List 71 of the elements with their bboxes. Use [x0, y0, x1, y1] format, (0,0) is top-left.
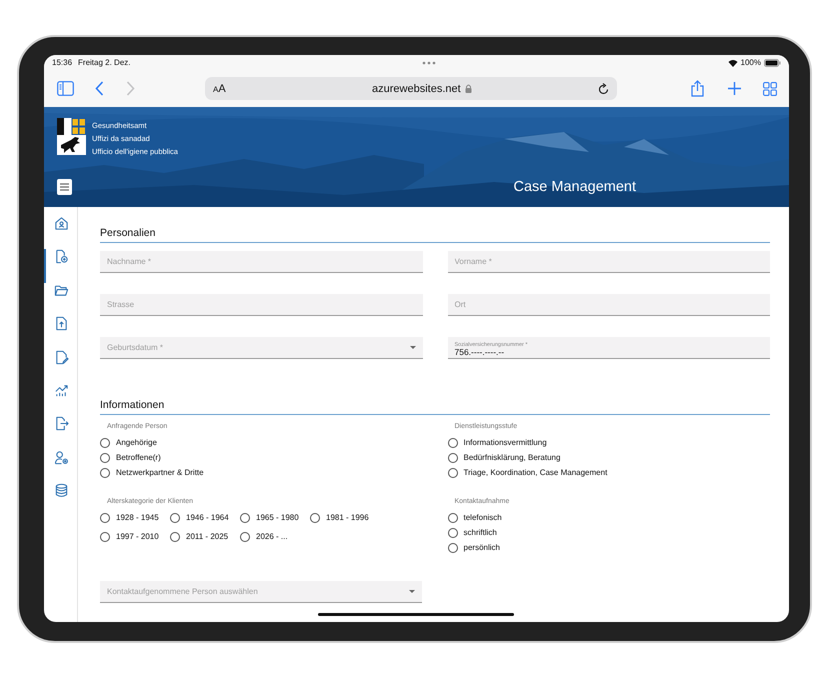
- forward-icon: [126, 81, 135, 96]
- input-field[interactable]: Strasse: [100, 294, 422, 316]
- radio-option[interactable]: 1965 - 1980: [240, 510, 310, 525]
- radio-option[interactable]: Triage, Koordination, Case Management: [448, 465, 770, 480]
- wifi-icon: [728, 58, 738, 66]
- share-icon[interactable]: [691, 80, 704, 97]
- radio-button[interactable]: [310, 512, 320, 522]
- radio-option[interactable]: telefonisch: [448, 510, 770, 525]
- chart-icon[interactable]: [54, 382, 69, 398]
- section-title: Personalien: [100, 227, 770, 243]
- file-add-icon[interactable]: [54, 249, 69, 264]
- section-title: Informationen: [100, 399, 770, 415]
- input-field[interactable]: Vorname *: [448, 251, 770, 273]
- radio-option[interactable]: Betroffene(r): [100, 450, 422, 465]
- input-field[interactable]: Ort: [448, 294, 770, 316]
- back-icon: [95, 81, 104, 96]
- file-upload-icon[interactable]: [54, 316, 69, 332]
- sidebar-icon: [57, 81, 74, 96]
- radio-button[interactable]: [240, 512, 250, 522]
- text-size-button[interactable]: AA: [213, 82, 226, 94]
- radio-option[interactable]: persönlich: [448, 540, 770, 555]
- radio-button[interactable]: [170, 532, 180, 542]
- status-time: 15:36: [52, 58, 72, 67]
- radio-button[interactable]: [448, 438, 458, 448]
- file-export-icon[interactable]: [54, 416, 69, 432]
- battery-icon: [764, 58, 781, 66]
- more-icon[interactable]: [422, 60, 436, 64]
- radio-option[interactable]: Netzwerkpartner & Dritte: [100, 465, 422, 480]
- logo-icon: [57, 118, 86, 155]
- home-icon[interactable]: [54, 216, 69, 231]
- radio-button[interactable]: [170, 512, 180, 522]
- radio-button[interactable]: [448, 528, 458, 538]
- url-text: azurewebsites.net: [372, 82, 461, 94]
- menu-button[interactable]: [57, 179, 72, 195]
- radio-button[interactable]: [100, 452, 110, 462]
- reload-icon[interactable]: [598, 82, 609, 94]
- battery-percent: 100%: [740, 58, 761, 67]
- radio-option[interactable]: Angehörige: [100, 435, 422, 450]
- lock-icon: [464, 84, 472, 93]
- radio-button[interactable]: [448, 452, 458, 462]
- user-settings-icon[interactable]: [54, 450, 69, 465]
- plus-icon[interactable]: [728, 82, 741, 95]
- database-icon[interactable]: [54, 483, 69, 498]
- radio-button[interactable]: [100, 438, 110, 448]
- radio-button[interactable]: [448, 468, 458, 478]
- input-field[interactable]: Nachname *: [100, 251, 422, 273]
- menu-icon: [60, 183, 69, 191]
- radio-option[interactable]: 2026 - ...: [240, 529, 310, 544]
- radio-option[interactable]: 2011 - 2025: [170, 529, 240, 544]
- tabs-icon[interactable]: [763, 82, 777, 96]
- radio-option[interactable]: 1997 - 2010: [100, 529, 170, 544]
- radio-option[interactable]: 1981 - 1996: [310, 510, 380, 525]
- radio-button[interactable]: [100, 468, 110, 478]
- radio-option[interactable]: 1928 - 1945: [100, 510, 170, 525]
- radio-button[interactable]: [240, 532, 250, 542]
- radio-option[interactable]: schriftlich: [448, 525, 770, 540]
- address-bar[interactable]: AA azurewebsites.net: [205, 77, 617, 100]
- status-date: Freitag 2. Dez.: [78, 58, 130, 67]
- radio-option[interactable]: 1946 - 1964: [170, 510, 240, 525]
- back-button[interactable]: [95, 81, 104, 96]
- page-title: Case Management: [513, 179, 636, 195]
- sidebar-button[interactable]: [57, 81, 74, 96]
- radio-button[interactable]: [100, 532, 110, 542]
- caret-icon: [409, 590, 415, 593]
- radio-option[interactable]: Bedürfnisklärung, Beratung: [448, 450, 770, 465]
- radio-button[interactable]: [448, 512, 458, 522]
- radio-option[interactable]: Informationsvermittlung: [448, 435, 770, 450]
- radio-button[interactable]: [100, 512, 110, 522]
- radio-button[interactable]: [448, 542, 458, 552]
- caret-icon: [410, 346, 416, 349]
- file-edit-icon[interactable]: [54, 350, 69, 365]
